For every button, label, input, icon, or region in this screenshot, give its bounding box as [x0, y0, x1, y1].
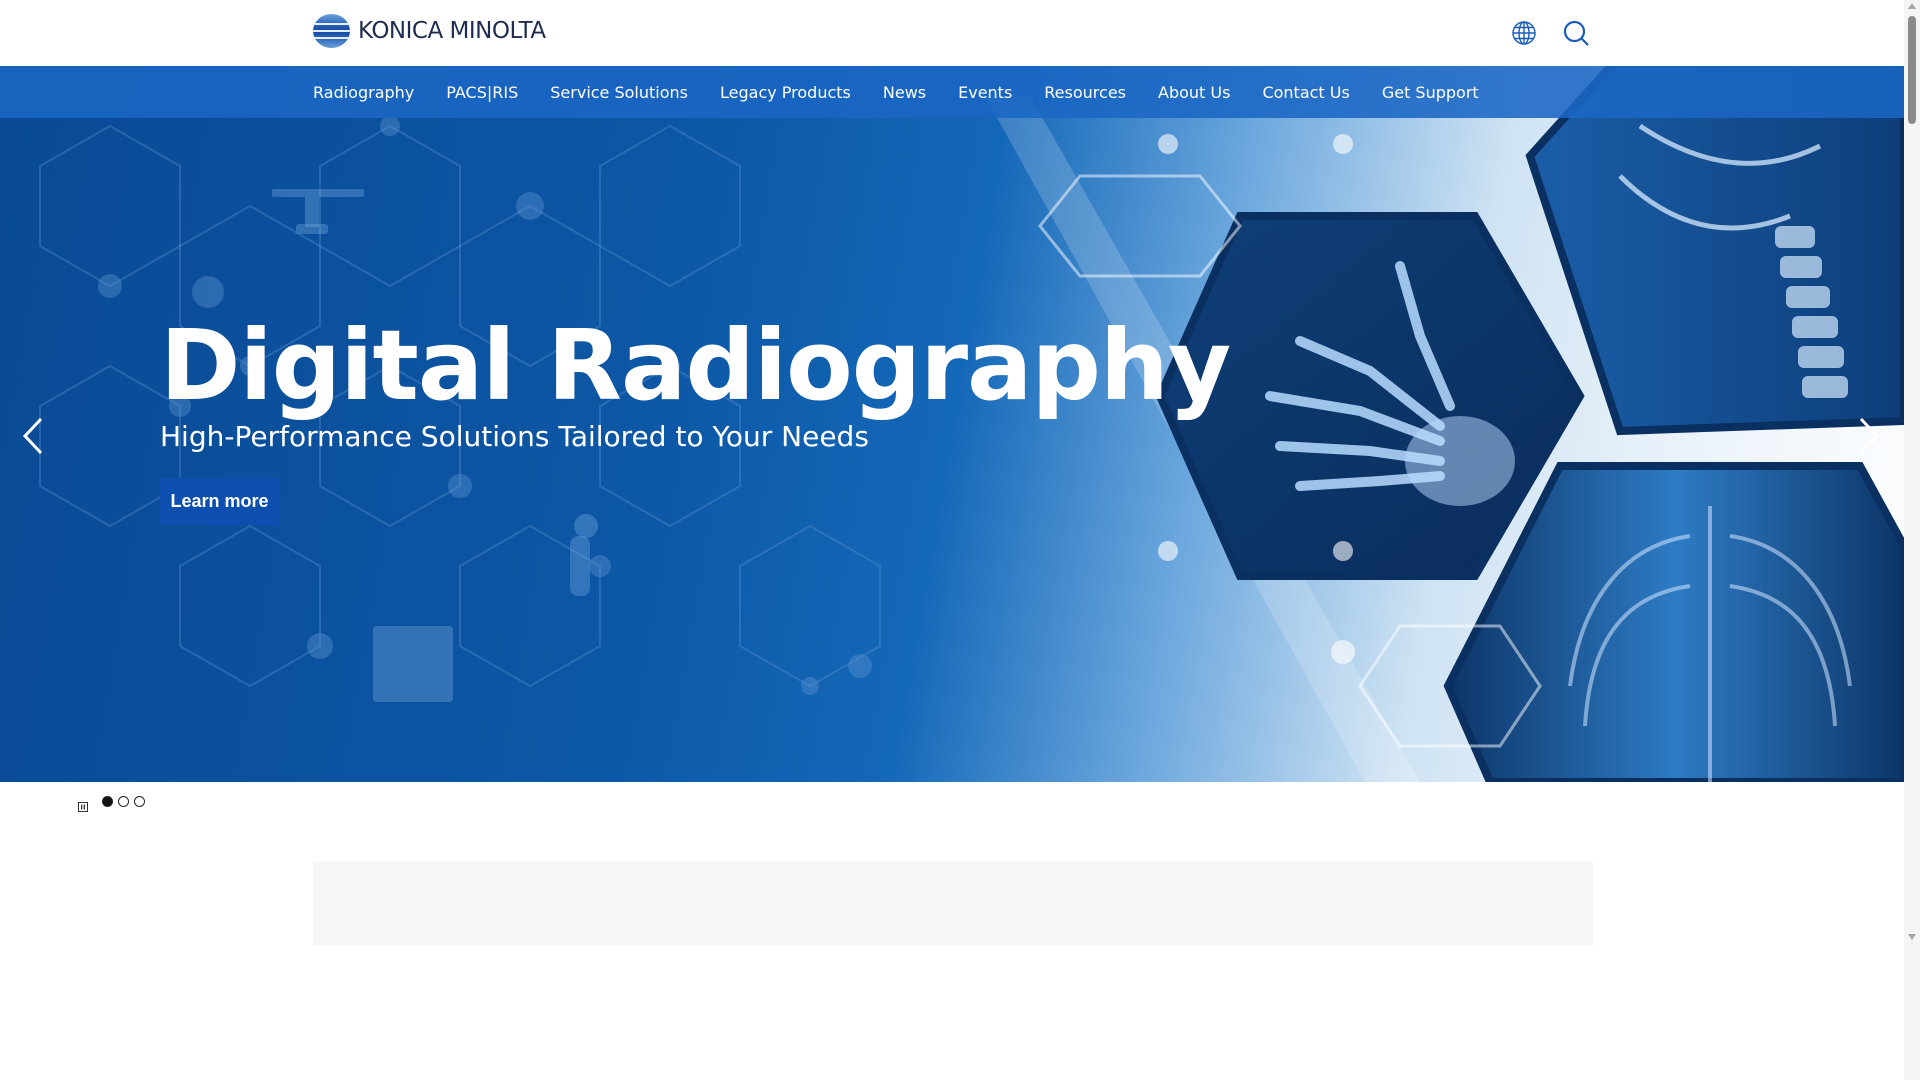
hero-subtitle: High-Performance Solutions Tailored to Y… [160, 420, 869, 453]
carousel-dot-3[interactable] [134, 796, 145, 807]
site-logo[interactable]: KONICA MINOLTA [313, 14, 546, 48]
chevron-right-icon [1859, 417, 1880, 455]
brand-name: KONICA MINOLTA [358, 18, 546, 44]
konica-minolta-globe-icon [313, 14, 350, 48]
nav-item-about-us[interactable]: About Us [1158, 83, 1230, 102]
nav-item-events[interactable]: Events [958, 83, 1012, 102]
nav-item-pacs-ris[interactable]: PACS|RIS [446, 83, 518, 102]
hero-carousel: Radiography PACS|RIS Service Solutions L… [0, 66, 1904, 782]
main-navigation: Radiography PACS|RIS Service Solutions L… [0, 66, 1904, 118]
nav-item-legacy-products[interactable]: Legacy Products [720, 83, 851, 102]
globe-icon [1512, 21, 1536, 45]
chevron-left-icon [22, 417, 43, 455]
scroll-down-arrow-icon[interactable] [1908, 934, 1916, 940]
language-selector[interactable] [1509, 18, 1539, 48]
scrollbar-thumb[interactable] [1908, 16, 1916, 124]
carousel-indicators [102, 796, 150, 807]
carousel-next-button[interactable] [1849, 406, 1889, 466]
content-placeholder-panel [313, 862, 1593, 945]
search-button[interactable] [1561, 18, 1591, 48]
learn-more-button[interactable]: Learn more [160, 478, 279, 525]
nav-item-news[interactable]: News [883, 83, 926, 102]
page-scrollbar[interactable] [1904, 0, 1920, 1080]
carousel-dot-1[interactable] [102, 796, 113, 807]
site-header: KONICA MINOLTA [0, 0, 1904, 66]
carousel-pause-button[interactable] [78, 797, 88, 812]
nav-item-get-support[interactable]: Get Support [1382, 83, 1479, 102]
nav-item-resources[interactable]: Resources [1044, 83, 1126, 102]
carousel-prev-button[interactable] [13, 406, 53, 466]
hero-title: Digital Radiography [160, 309, 1231, 422]
carousel-dot-2[interactable] [118, 796, 129, 807]
nav-item-radiography[interactable]: Radiography [313, 83, 414, 102]
scroll-up-arrow-icon[interactable] [1908, 3, 1916, 9]
nav-item-service-solutions[interactable]: Service Solutions [550, 83, 688, 102]
nav-item-contact-us[interactable]: Contact Us [1262, 83, 1349, 102]
search-icon [1563, 20, 1589, 46]
pause-icon [78, 802, 88, 812]
